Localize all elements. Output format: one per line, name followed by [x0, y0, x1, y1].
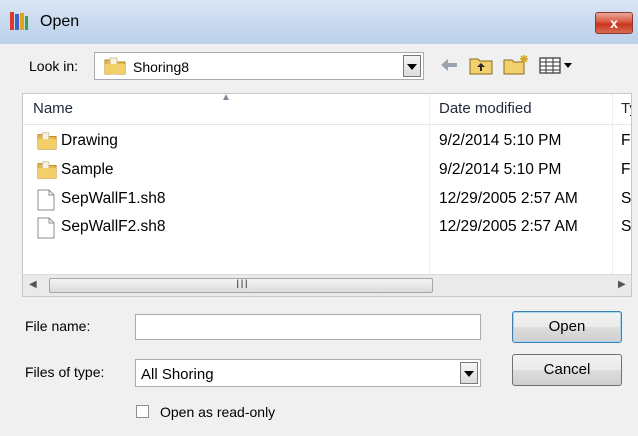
document-icon: [37, 217, 55, 239]
list-item[interactable]: SepWallF1.sh8 12/29/2005 2:57 AM SH: [23, 186, 631, 214]
file-type: SH: [621, 218, 632, 235]
horizontal-scrollbar[interactable]: ◀ III ▶: [23, 274, 631, 296]
file-type: SH: [621, 190, 632, 207]
file-date: 9/2/2014 5:10 PM: [439, 161, 562, 178]
read-only-label[interactable]: Open as read-only: [160, 404, 275, 420]
file-date: 12/29/2005 2:57 AM: [439, 190, 578, 207]
title-bar: Open x: [0, 0, 638, 44]
cancel-button[interactable]: Cancel: [512, 354, 622, 386]
chevron-down-icon: [407, 64, 417, 70]
file-type-dropdown[interactable]: All Shoring: [135, 359, 481, 387]
column-header-type[interactable]: Ty: [621, 100, 631, 117]
file-list[interactable]: Name ▲ Date modified Ty Drawing 9/2/2014…: [22, 93, 632, 297]
document-icon: [37, 189, 55, 211]
column-header-name[interactable]: Name: [33, 100, 73, 117]
file-type-value: All Shoring: [141, 366, 214, 383]
folder-icon: [37, 161, 57, 179]
window-title: Open: [40, 13, 80, 30]
file-type: Fi: [621, 161, 631, 178]
sort-ascending-icon: ▲: [221, 93, 231, 103]
file-type-label: Files of type:: [25, 364, 105, 380]
file-name: SepWallF1.sh8: [61, 190, 166, 207]
close-button[interactable]: x: [595, 12, 633, 34]
scrollbar-grip: III: [236, 277, 250, 291]
back-arrow-icon[interactable]: [439, 54, 459, 76]
look-in-value: Shoring8: [133, 59, 190, 75]
open-dialog: Open x Look in: Shoring8 Name ▲ Date mod: [0, 0, 638, 436]
look-in-label: Look in:: [29, 58, 79, 74]
file-type: Fi: [621, 132, 631, 149]
folder-icon: [37, 132, 57, 150]
column-header-row: Name ▲ Date modified Ty: [23, 94, 631, 125]
list-item[interactable]: Sample 9/2/2014 5:10 PM Fi: [23, 157, 631, 185]
chevron-down-icon: [464, 371, 474, 377]
column-header-date-modified[interactable]: Date modified: [439, 100, 532, 117]
list-item[interactable]: SepWallF2.sh8 12/29/2005 2:57 AM SH: [23, 214, 631, 242]
scrollbar-thumb[interactable]: III: [49, 277, 433, 293]
look-in-dropdown-arrow[interactable]: [403, 55, 421, 77]
open-button[interactable]: Open: [512, 311, 622, 343]
file-name: Sample: [61, 161, 114, 178]
scroll-right-icon[interactable]: ▶: [618, 279, 626, 290]
app-books-icon: [10, 12, 28, 30]
list-item[interactable]: Drawing 9/2/2014 5:10 PM Fi: [23, 128, 631, 156]
new-folder-icon[interactable]: [502, 54, 530, 76]
file-name-input[interactable]: [135, 314, 481, 340]
file-date: 12/29/2005 2:57 AM: [439, 218, 578, 235]
up-folder-icon[interactable]: [468, 54, 494, 76]
folder-icon: [104, 57, 126, 75]
file-name: SepWallF2.sh8: [61, 218, 166, 235]
file-name-label: File name:: [25, 318, 91, 334]
file-type-dropdown-arrow[interactable]: [460, 362, 478, 384]
read-only-checkbox[interactable]: [136, 405, 149, 418]
scroll-left-icon[interactable]: ◀: [29, 279, 37, 290]
file-name: Drawing: [61, 132, 118, 149]
file-date: 9/2/2014 5:10 PM: [439, 132, 562, 149]
look-in-dropdown[interactable]: Shoring8: [94, 52, 424, 80]
view-menu-icon[interactable]: [538, 54, 576, 76]
